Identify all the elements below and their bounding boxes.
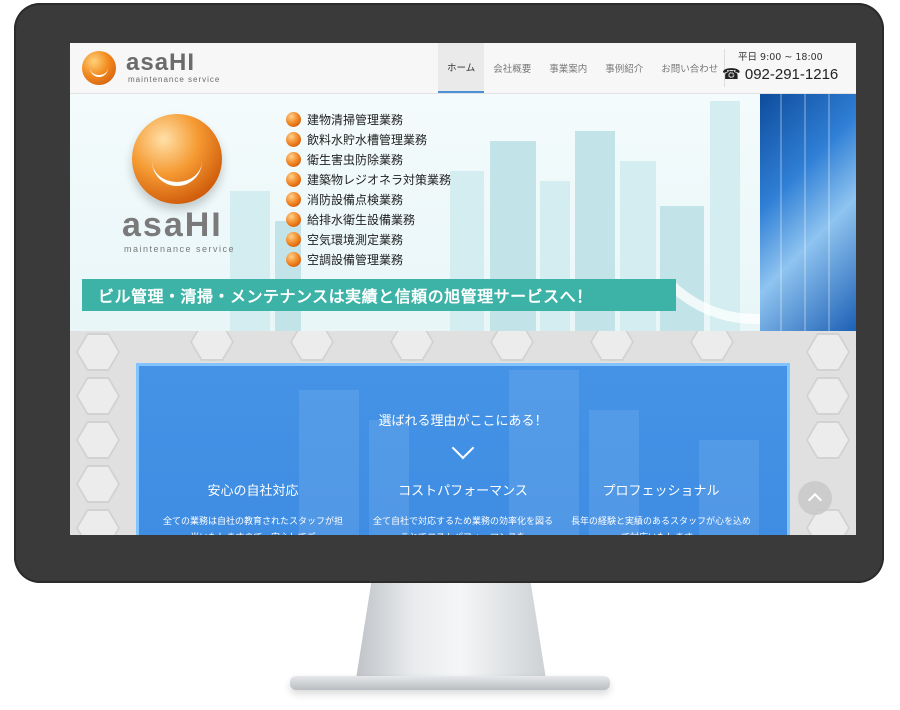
- reason-text-3: 長年の経験と実績のあるスタッフが心を込めて対応いたします。: [571, 517, 752, 535]
- hero-logo-text: asaHI: [122, 206, 223, 244]
- hero-logo-subtext: maintenance service: [124, 244, 236, 254]
- orange-bullet-icon: [286, 131, 301, 147]
- nav-cases[interactable]: 事例紹介: [596, 43, 652, 93]
- mascot-ball-icon: [132, 114, 222, 204]
- reason-text-1: 全ての業務は自社の教育されたスタッフが担当いたしますので、安心してご: [163, 517, 344, 535]
- reasons-panel: 選ばれる理由がここにある！ 安心の自社対応 全ての業務は自社の教育されたスタッフ…: [136, 363, 790, 535]
- logo-subtext: maintenance service: [128, 75, 221, 84]
- list-item: 建物清掃管理業務: [286, 109, 451, 129]
- reason-text-2: 全て自社で対応するため業務の効率化を図ることでコストパフォーマンスを: [373, 517, 554, 535]
- logo-text[interactable]: asaHI: [126, 49, 195, 77]
- reason-title-3: プロフェッショナル: [602, 484, 720, 499]
- hero-section: asaHI maintenance service 建物清掃管理業務 飲料水貯水…: [70, 94, 856, 331]
- list-item: 空調設備管理業務: [286, 249, 451, 269]
- logo-ball-icon[interactable]: [82, 51, 116, 85]
- reason-title-2: コストパフォーマンス: [398, 484, 528, 499]
- monitor-frame: asaHI maintenance service ホーム 会社概要 事業案内 …: [14, 3, 884, 583]
- browser-viewport: asaHI maintenance service ホーム 会社概要 事業案内 …: [70, 43, 856, 535]
- reason-title-1: 安心の自社対応: [207, 484, 299, 499]
- list-item: 空気環境測定業務: [286, 229, 451, 249]
- orange-bullet-icon: [286, 251, 301, 267]
- list-item: 給排水衛生設備業務: [286, 209, 451, 229]
- building-photo: [760, 94, 856, 331]
- list-item: 建築物レジオネラ対策業務: [286, 169, 451, 189]
- reasons-section: 選ばれる理由がここにある！ 安心の自社対応 全ての業務は自社の教育されたスタッフ…: [70, 331, 856, 535]
- nav-contact[interactable]: お問い合わせ: [652, 43, 727, 93]
- list-item: 衛生害虫防除業務: [286, 149, 451, 169]
- service-list: 建物清掃管理業務 飲料水貯水槽管理業務 衛生害虫防除業務 建築物レジオネラ対策業…: [286, 109, 451, 269]
- list-item: 飲料水貯水槽管理業務: [286, 129, 451, 149]
- phone-number[interactable]: ☎ 092-291-1216: [722, 65, 838, 83]
- site-header: asaHI maintenance service ホーム 会社概要 事業案内 …: [70, 43, 856, 94]
- orange-bullet-icon: [286, 191, 301, 207]
- nav-company[interactable]: 会社概要: [484, 43, 540, 93]
- hero-banner: ビル管理・清掃・メンテナンスは実績と信頼の旭管理サービスへ！: [82, 279, 676, 311]
- business-hours: 平日 9:00 ~ 18:00: [738, 52, 823, 63]
- orange-bullet-icon: [286, 111, 301, 127]
- nav-services[interactable]: 事業案内: [540, 43, 596, 93]
- orange-bullet-icon: [286, 231, 301, 247]
- orange-bullet-icon: [286, 151, 301, 167]
- main-nav: ホーム 会社概要 事業案内 事例紹介 お問い合わせ: [438, 43, 727, 93]
- scroll-to-top-button[interactable]: [798, 481, 832, 515]
- list-item: 消防設備点検業務: [286, 189, 451, 209]
- chevron-up-icon: [807, 492, 823, 508]
- nav-home[interactable]: ホーム: [438, 43, 485, 93]
- chevron-down-icon: [451, 436, 475, 460]
- monitor-stand-base: [290, 676, 610, 690]
- orange-bullet-icon: [286, 171, 301, 187]
- orange-bullet-icon: [286, 211, 301, 227]
- reasons-title: 選ばれる理由がここにある！: [378, 414, 548, 429]
- monitor-stand-neck: [356, 583, 546, 679]
